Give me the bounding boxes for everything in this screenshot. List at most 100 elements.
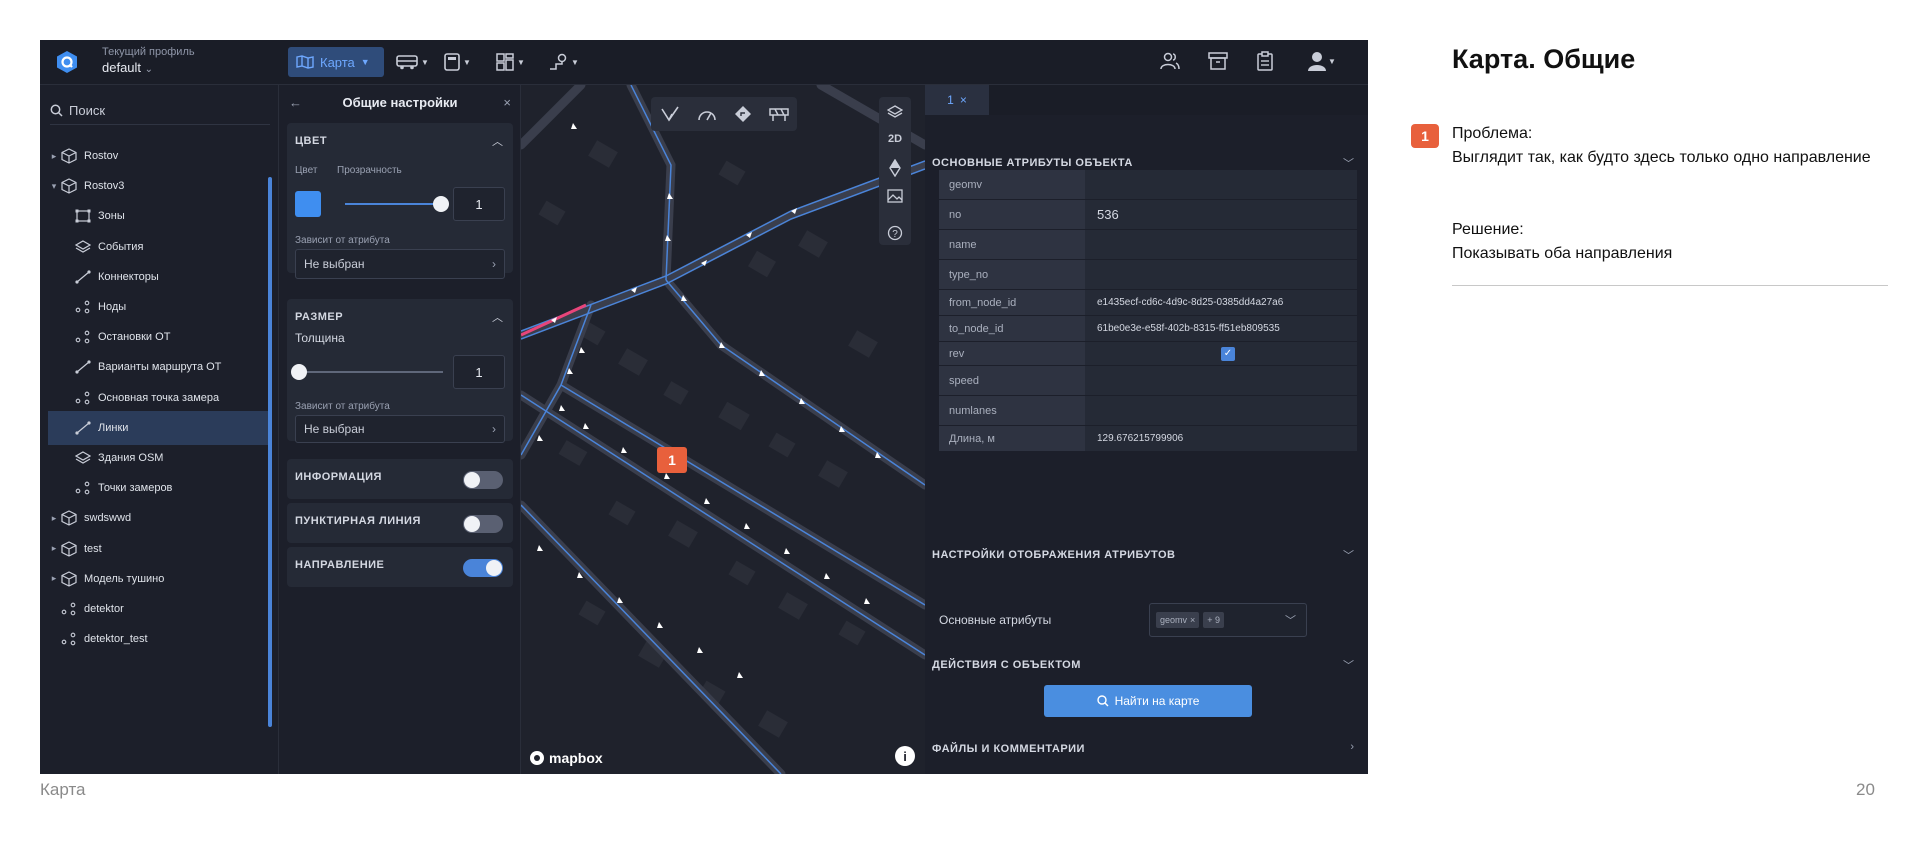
layers-icon[interactable] [887,105,903,119]
sidebar-item[interactable]: Линки [48,410,272,445]
clipboard-icon[interactable] [1256,51,1274,71]
users-icon[interactable] [1160,51,1180,71]
solution-text: Показывать оба направления [1452,245,1673,262]
opacity-slider-thumb[interactable] [433,196,449,212]
caret-right-icon[interactable]: ▸ [48,513,60,524]
attribute-value[interactable]: ✓ [1085,342,1357,365]
sidebar-item[interactable]: ▸ test [48,532,272,566]
attribute-value[interactable]: 129.676215799906 [1085,426,1357,451]
sidebar-item[interactable]: Остановки ОТ [48,320,272,354]
divider [1452,285,1888,286]
attribute-value[interactable]: 536 [1085,200,1357,229]
object-actions-section[interactable]: ДЕЙСТВИЯ С ОБЪЕКТОМ [932,659,1081,671]
calculator-menu[interactable]: ▼ [444,51,471,73]
attribute-value[interactable] [1085,230,1357,259]
sidebar-item[interactable]: События [48,230,272,264]
compass-icon[interactable] [888,159,902,177]
nodes-icon [74,329,92,345]
sidebar-item[interactable]: detektor [48,592,272,626]
more-attributes-chip[interactable]: + 9 [1203,612,1225,628]
find-on-map-button[interactable]: Найти на карте [1044,685,1252,717]
attribute-value[interactable] [1085,170,1357,199]
map-controls: 2D ? [879,97,911,245]
sidebar-item[interactable]: Зоны [48,199,272,233]
help-icon[interactable]: ? [887,225,903,241]
main-attributes-section[interactable]: ОСНОВНЫЕ АТРИБУТЫ ОБЪЕКТА [932,157,1133,169]
svg-text:?: ? [892,229,898,240]
sidebar-scrollbar[interactable] [268,177,272,727]
attribute-chip[interactable]: geomv × [1156,612,1200,628]
direction-toggle[interactable] [463,559,503,577]
size-card: РАЗМЕР ︿ Толщина 1 Зависит от атрибута Н… [287,299,513,443]
chevron-down-icon[interactable]: ﹀ [1343,155,1354,171]
chevron-up-icon[interactable]: ︿ [492,309,503,325]
thickness-slider-thumb[interactable] [291,364,307,380]
draw-line-icon[interactable] [660,105,680,123]
direction-section-title: НАПРАВЛЕНИЕ [295,559,385,571]
sidebar-item[interactable]: ▾ Rostov3 [48,169,272,203]
view-mode-button[interactable]: 2D [879,133,911,145]
image-icon[interactable] [887,189,903,203]
thickness-slider[interactable] [291,364,443,380]
color-swatch[interactable] [295,191,321,217]
size-attribute-select[interactable]: Не выбран › [295,415,505,443]
sidebar-item[interactable]: Точки замеров [48,471,272,505]
caret-right-icon[interactable]: ▸ [48,573,60,584]
display-settings-section[interactable]: НАСТРОЙКИ ОТОБРАЖЕНИЯ АТРИБУТОВ [932,549,1175,561]
transport-menu[interactable]: ▼ [396,51,429,73]
mapbox-attribution[interactable]: mapbox [529,750,603,766]
attribute-value[interactable] [1085,366,1357,395]
attribute-value[interactable]: e1435ecf-cd6c-4d9c-8d25-0385dd4a27a6 [1085,290,1357,315]
widgets-menu[interactable]: ▼ [496,51,525,73]
dashed-line-toggle[interactable] [463,515,503,533]
profile-selector[interactable]: Текущий профиль default ⌄ [102,46,195,75]
display-attributes-select[interactable]: geomv × + 9 ﹀ [1149,603,1307,637]
sidebar-item[interactable]: Варианты маршрута ОТ [48,350,272,384]
direction-sign-icon[interactable] [734,105,752,123]
close-icon[interactable]: × [1190,615,1195,625]
routing-menu[interactable]: ▼ [548,51,579,73]
info-toggle[interactable] [463,471,503,489]
files-comments-section[interactable]: ФАЙЛЫ И КОММЕНТАРИИ [932,743,1085,755]
rev-checkbox[interactable]: ✓ [1221,346,1235,361]
cube-icon [60,178,78,194]
sidebar-item[interactable]: ▸ swdswwd [48,501,272,535]
user-menu[interactable]: ▼ [1308,51,1336,71]
chevron-right-icon[interactable]: › [1350,741,1354,753]
opacity-slider[interactable] [345,196,449,212]
attribute-key: name [939,230,1085,259]
caret-right-icon[interactable]: ▸ [48,151,60,162]
sidebar-item[interactable]: Здания OSM [48,441,272,475]
chevron-down-icon[interactable]: ﹀ [1343,657,1354,673]
sidebar-item[interactable]: Ноды [48,290,272,324]
search-input[interactable]: Поиск [50,97,270,125]
close-icon[interactable]: × [960,93,967,107]
color-attribute-select[interactable]: Не выбран › [295,249,505,279]
sidebar-item[interactable]: detektor_test [48,622,272,656]
sidebar-item[interactable]: ▸ Rostov [48,139,272,173]
info-icon[interactable]: i [895,746,915,766]
layers-icon [74,450,92,466]
chevron-down-icon[interactable]: ﹀ [1343,547,1354,563]
thickness-value[interactable]: 1 [453,355,505,389]
tab-object[interactable]: 1 × [925,85,989,115]
back-arrow-icon[interactable]: ← [289,95,302,110]
caret-down-icon[interactable]: ▾ [48,181,60,192]
map-mode-button[interactable]: Карта ▼ [288,47,384,77]
road-barrier-icon[interactable] [768,106,789,122]
map-canvas[interactable]: 2D ? 1 mapbox i [521,85,925,774]
speedometer-icon[interactable] [697,106,717,122]
caret-right-icon[interactable]: ▸ [48,543,60,554]
sidebar-item-label: Коннекторы [98,270,159,283]
sidebar-item[interactable]: ▸ Модель тушино [48,562,272,596]
attribute-value[interactable] [1085,396,1357,425]
opacity-value[interactable]: 1 [453,187,505,221]
sidebar-item[interactable]: Коннекторы [48,260,272,294]
close-icon[interactable]: × [503,95,511,110]
chevron-up-icon[interactable]: ︿ [492,133,503,149]
attribute-value[interactable]: 61be0e3e-e58f-402b-8315-ff51eb809535 [1085,316,1357,341]
attribute-value[interactable] [1085,260,1357,289]
sidebar-item-label: Модель тушино [84,572,165,585]
archive-icon[interactable] [1208,51,1228,71]
sidebar-item[interactable]: Основная точка замера [48,381,272,415]
